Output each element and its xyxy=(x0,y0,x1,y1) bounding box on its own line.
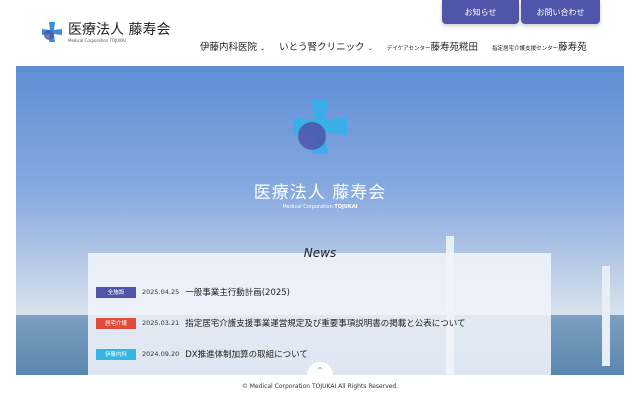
nav-daycare[interactable]: デイケアセンター藤寿苑糀田 xyxy=(387,39,478,53)
category-badge: 伊藤内科 xyxy=(96,348,136,360)
logo-subtitle: Medical Corporation TOJUKAI xyxy=(68,37,126,43)
subtitle-bold: TOJUKAI xyxy=(334,204,358,210)
hero-title: 医療法人 藤寿会 xyxy=(253,183,387,203)
news-date: 2025.04.25 xyxy=(142,288,180,296)
logo-title: 医療法人 藤寿会 xyxy=(68,21,171,38)
nav-label: 藤寿苑糀田 xyxy=(430,42,479,53)
news-text: DX推進体制加算の取組について xyxy=(185,350,308,360)
chevron-down-icon: ⌄ xyxy=(260,45,266,52)
nav-ito-kidney-clinic[interactable]: いとう腎クリニック ⌄ xyxy=(279,39,373,53)
chevron-down-icon: ⌄ xyxy=(367,45,373,52)
news-date: 2025.03.21 xyxy=(142,319,180,327)
site-logo[interactable]: 医療法人 藤寿会 Medical Corporation TOJUKAI xyxy=(40,20,170,44)
news-item[interactable]: 全施設 2025.04.25 一般事業主行動計画(2025) xyxy=(96,286,290,298)
news-panel: 全施設 2025.04.25 一般事業主行動計画(2025) 居宅介護 2025… xyxy=(88,253,551,375)
news-item[interactable]: 伊藤内科 2024.09.20 DX推進体制加算の取組について xyxy=(96,348,308,360)
news-text: 指定居宅介護支援事業運営規定及び重要事項説明書の掲載と公表について xyxy=(185,319,466,329)
hero-logo-icon xyxy=(293,100,347,154)
cross-logo-icon xyxy=(42,22,62,42)
contact-button[interactable]: お問い合わせ xyxy=(521,0,600,24)
category-badge: 全施設 xyxy=(96,286,136,298)
nav-prefix: デイケアセンター xyxy=(386,46,431,52)
nav-care-support[interactable]: 指定居宅介護支援センター藤寿苑 xyxy=(492,39,587,53)
category-badge: 居宅介護 xyxy=(96,317,136,329)
chevron-up-icon: ^ xyxy=(316,366,324,375)
news-heading: News xyxy=(303,246,337,260)
bridge-tower xyxy=(602,266,610,366)
nav-prefix: 指定居宅介護支援センター xyxy=(492,46,559,52)
hero-subtitle: Medical Corporation TOJUKAI xyxy=(16,204,624,210)
news-item[interactable]: 居宅介護 2025.03.21 指定居宅介護支援事業運営規定及び重要事項説明書の… xyxy=(96,317,465,329)
nav-label: 藤寿苑 xyxy=(558,42,587,53)
news-date: 2024.09.20 xyxy=(142,350,180,358)
nav-label: 伊藤内科医院 xyxy=(200,42,258,53)
main-nav: 伊藤内科医院 ⌄ いとう腎クリニック ⌄ デイケアセンター藤寿苑糀田 指定居宅介… xyxy=(200,39,587,53)
news-text: 一般事業主行動計画(2025) xyxy=(185,288,290,298)
nav-label: いとう腎クリニック xyxy=(279,42,365,53)
copyright: © Medical Corporation TOJUKAI All Rights… xyxy=(241,383,399,390)
news-button[interactable]: お知らせ xyxy=(442,0,519,24)
subtitle-text: Medical Corporation xyxy=(282,204,335,210)
nav-ito-clinic[interactable]: 伊藤内科医院 ⌄ xyxy=(200,39,265,53)
